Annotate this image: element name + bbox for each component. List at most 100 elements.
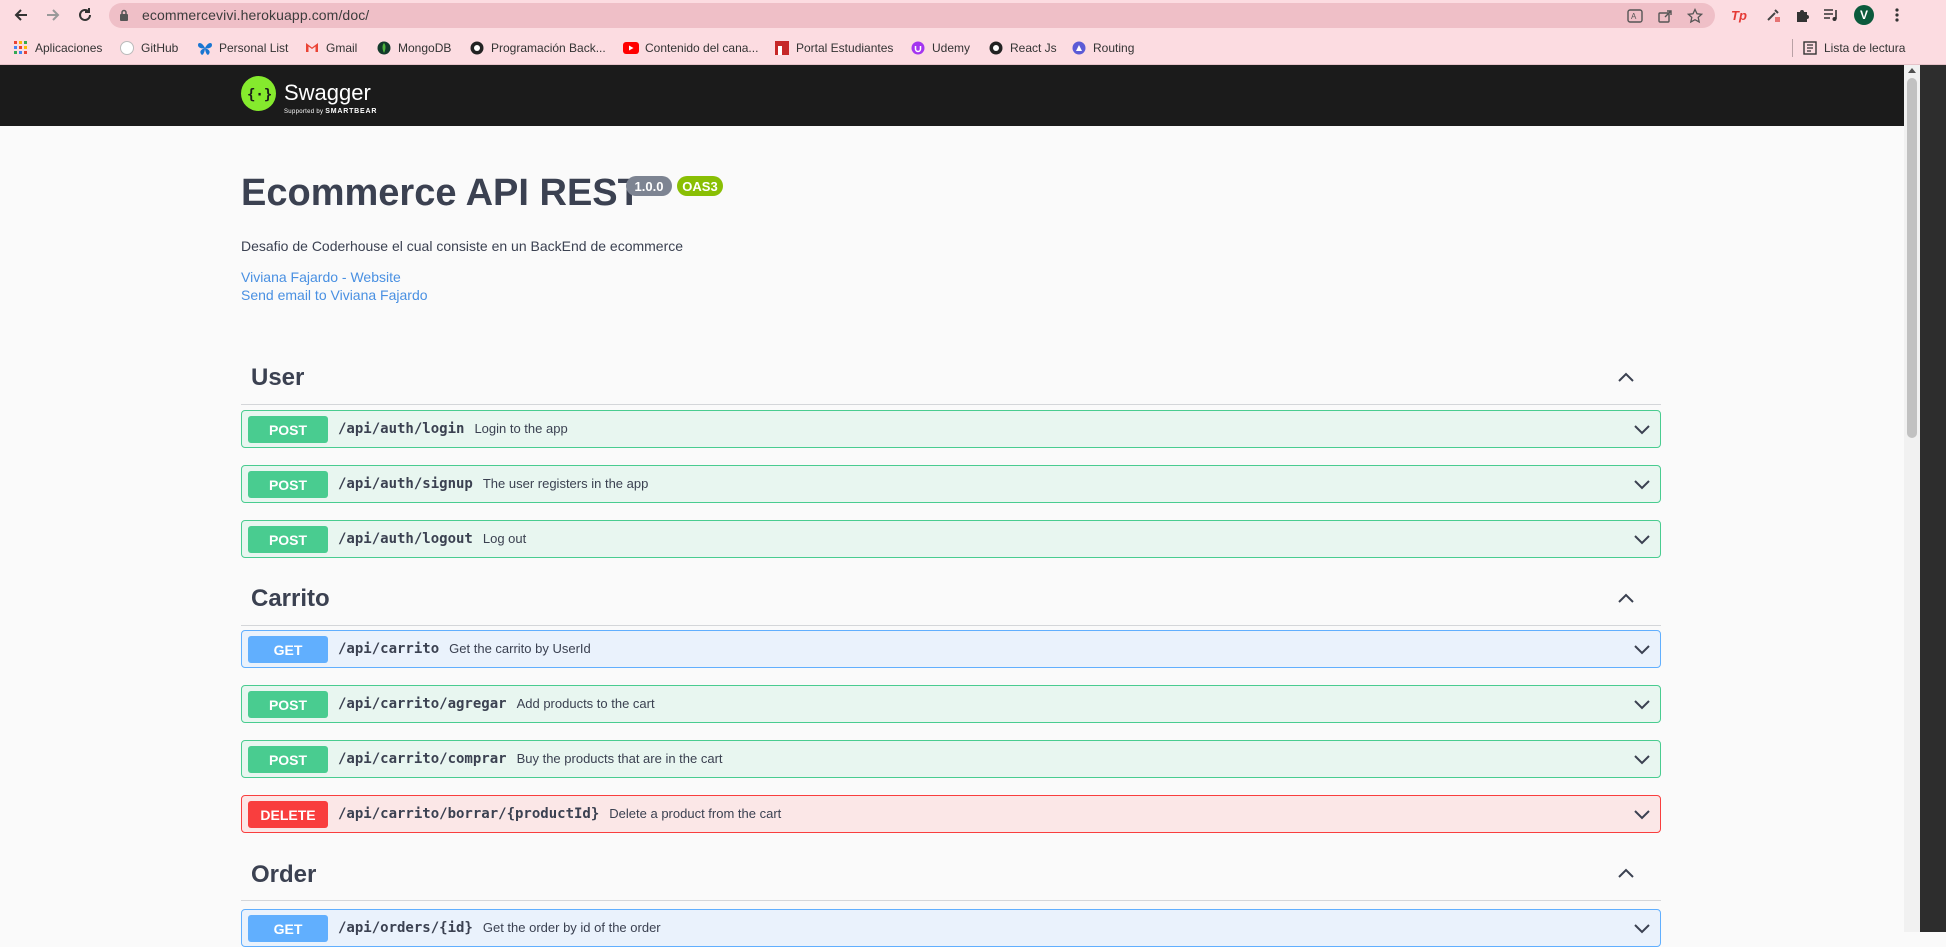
bookmark-mongodb[interactable]: MongoDB bbox=[376, 38, 451, 57]
chevron-up-icon[interactable] bbox=[1616, 368, 1636, 388]
operation-summary: The user registers in the app bbox=[482, 476, 649, 491]
path-text: /api/auth/signup bbox=[338, 476, 473, 492]
chevron-down-icon[interactable] bbox=[1632, 806, 1652, 824]
scrollbar-thumb[interactable] bbox=[1907, 78, 1917, 438]
forward-button[interactable] bbox=[42, 4, 64, 26]
bookmark-contenido-canal[interactable]: Contenido del cana... bbox=[623, 38, 758, 57]
arrow-left-icon bbox=[14, 9, 27, 21]
email-link[interactable]: Send email to Viviana Fajardo bbox=[241, 287, 428, 303]
bookmark-label: MongoDB bbox=[398, 40, 452, 55]
bookmark-react-js[interactable]: React Js bbox=[988, 38, 1057, 57]
operation-path: /api/orders/{id} Get the order by id of t… bbox=[338, 920, 661, 936]
reading-list-button[interactable]: Lista de lectura bbox=[1802, 38, 1905, 57]
reload-icon bbox=[79, 8, 91, 21]
eyedropper-extension-icon[interactable] bbox=[1763, 5, 1783, 25]
method-badge: POST bbox=[248, 471, 328, 498]
bookmark-programacion-back[interactable]: Programación Back... bbox=[469, 38, 606, 57]
chevron-down-icon[interactable] bbox=[1632, 920, 1652, 938]
svg-text:A: A bbox=[1631, 12, 1637, 21]
method-badge: POST bbox=[248, 691, 328, 718]
window-edge bbox=[1920, 65, 1946, 932]
swagger-supported-by: Supported by SMARTBEAR bbox=[284, 108, 377, 115]
puzzle-extensions-icon[interactable] bbox=[1792, 5, 1812, 25]
operation-row[interactable]: POST /api/auth/logout Log out bbox=[241, 520, 1661, 558]
swagger-brand-name: Swagger bbox=[284, 80, 371, 105]
tp-extension-icon[interactable]: Tp bbox=[1729, 5, 1749, 25]
swagger-logo-icon[interactable]: {·} bbox=[241, 76, 276, 111]
back-button[interactable] bbox=[10, 4, 32, 26]
arrow-right-icon bbox=[47, 9, 60, 21]
operation-row[interactable]: POST /api/carrito/comprar Buy the product… bbox=[241, 740, 1661, 778]
operation-summary: Add products to the cart bbox=[516, 696, 655, 711]
tag-divider bbox=[241, 404, 1661, 405]
operation-summary: Get the order by id of the order bbox=[482, 920, 661, 935]
method-badge: POST bbox=[248, 526, 328, 553]
share-icon[interactable] bbox=[1656, 7, 1674, 25]
bookmarks-divider bbox=[1792, 39, 1793, 57]
operation-summary: Buy the products that are in the cart bbox=[516, 751, 723, 766]
bookmark-label: Contenido del cana... bbox=[645, 40, 759, 55]
chevron-down-icon[interactable] bbox=[1632, 696, 1652, 714]
operation-row[interactable]: GET /api/orders/{id} Get the order by id … bbox=[241, 909, 1661, 947]
mongodb-icon bbox=[376, 40, 392, 56]
method-badge: GET bbox=[248, 636, 328, 663]
swagger-topbar: {·} Swagger Supported by SMARTBEAR bbox=[0, 65, 1904, 126]
udemy-icon bbox=[910, 40, 926, 56]
translate-icon[interactable]: A bbox=[1626, 7, 1644, 25]
path-text: /api/auth/login bbox=[338, 421, 465, 437]
scroll-up-arrow[interactable] bbox=[1908, 68, 1916, 73]
path-text: /api/carrito bbox=[338, 641, 440, 657]
operation-path: /api/carrito Get the carrito by UserId bbox=[338, 641, 591, 657]
chevron-down-icon[interactable] bbox=[1632, 531, 1652, 549]
chevron-down-icon[interactable] bbox=[1632, 641, 1652, 659]
tag-user-title[interactable]: User bbox=[251, 364, 304, 392]
bookmark-label: Portal Estudiantes bbox=[796, 40, 894, 55]
path-text: /api/orders/{id} bbox=[338, 920, 473, 936]
bookmark-aplicaciones[interactable]: Aplicaciones bbox=[13, 38, 102, 57]
chevron-up-icon[interactable] bbox=[1616, 589, 1636, 609]
operation-row[interactable]: POST /api/carrito/agregar Add products to… bbox=[241, 685, 1661, 723]
operation-summary: Get the carrito by UserId bbox=[449, 641, 591, 656]
bookmark-label: Routing bbox=[1093, 40, 1135, 55]
bookmark-gmail[interactable]: Gmail bbox=[304, 38, 357, 57]
reload-button[interactable] bbox=[74, 4, 96, 26]
operation-row[interactable]: GET /api/carrito Get the carrito by UserI… bbox=[241, 630, 1661, 668]
oas-badge: OAS3 bbox=[677, 176, 723, 196]
bookmark-github[interactable]: GitHub bbox=[119, 38, 178, 57]
operation-row[interactable]: DELETE /api/carrito/borrar/{productId} De… bbox=[241, 795, 1661, 833]
kebab-menu-icon[interactable] bbox=[1887, 5, 1907, 25]
coderhouse-icon bbox=[469, 40, 485, 56]
profile-avatar[interactable]: V bbox=[1854, 5, 1874, 25]
chevron-down-icon[interactable] bbox=[1632, 421, 1652, 439]
tag-order-title[interactable]: Order bbox=[251, 861, 316, 889]
operation-row[interactable]: POST /api/auth/login Login to the app bbox=[241, 410, 1661, 448]
tag-carrito-title[interactable]: Carrito bbox=[251, 585, 330, 613]
svg-text:{·}: {·} bbox=[247, 87, 271, 103]
address-bar[interactable]: ecommercevivi.herokuapp.com/doc/ A bbox=[109, 3, 1715, 28]
bookmark-label: Programación Back... bbox=[491, 40, 606, 55]
method-badge: DELETE bbox=[248, 801, 328, 828]
path-text: /api/carrito/agregar bbox=[338, 696, 507, 712]
tag-divider bbox=[241, 900, 1661, 901]
operation-summary: Log out bbox=[482, 531, 527, 546]
chevron-down-icon[interactable] bbox=[1632, 751, 1652, 769]
operation-row[interactable]: POST /api/auth/signup The user registers … bbox=[241, 465, 1661, 503]
reading-list-label: Lista de lectura bbox=[1824, 40, 1906, 55]
bookmark-portal-estudiantes[interactable]: Portal Estudiantes bbox=[774, 38, 893, 57]
bookmark-personal-list[interactable]: Personal List bbox=[197, 38, 288, 57]
reading-list-icon bbox=[1802, 40, 1818, 56]
path-text: /api/auth/logout bbox=[338, 531, 473, 547]
url-text[interactable]: ecommercevivi.herokuapp.com/doc/ bbox=[142, 7, 369, 23]
operation-path: /api/auth/logout Log out bbox=[338, 531, 526, 547]
gmail-icon bbox=[304, 40, 320, 56]
chevron-up-icon[interactable] bbox=[1616, 864, 1636, 884]
method-badge: POST bbox=[248, 746, 328, 773]
bookmark-label: Personal List bbox=[219, 40, 289, 55]
bookmark-routing[interactable]: Routing bbox=[1071, 38, 1134, 57]
star-icon[interactable] bbox=[1686, 7, 1704, 25]
media-queue-icon[interactable] bbox=[1821, 5, 1841, 25]
website-link[interactable]: Viviana Fajardo - Website bbox=[241, 269, 401, 285]
browser-toolbar: ecommercevivi.herokuapp.com/doc/ A Tp V bbox=[0, 0, 1946, 31]
chevron-down-icon[interactable] bbox=[1632, 476, 1652, 494]
bookmark-udemy[interactable]: Udemy bbox=[910, 38, 970, 57]
